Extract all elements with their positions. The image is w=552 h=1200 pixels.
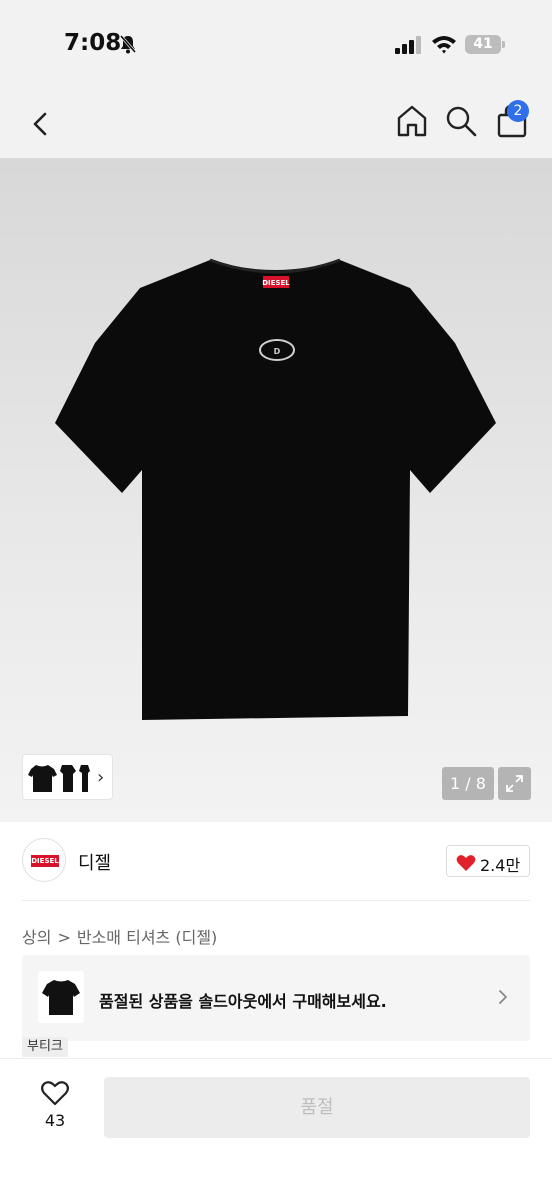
divider xyxy=(22,900,530,901)
search-icon[interactable] xyxy=(444,104,478,138)
home-icon[interactable] xyxy=(394,102,430,140)
product-tshirt-image: DIESEL D xyxy=(55,258,496,720)
signal-icon xyxy=(395,36,421,54)
expand-button[interactable] xyxy=(498,767,531,800)
heart-outline-icon[interactable] xyxy=(40,1079,70,1107)
brand-like-button[interactable]: 2.4만 xyxy=(446,845,530,877)
bottom-action-bar: 43 품절 xyxy=(0,1058,552,1200)
image-page-counter: 1 / 8 xyxy=(442,767,494,800)
soldout-banner-text: 품절된 상품을 솔드아웃에서 구매해보세요. xyxy=(99,992,387,1011)
product-image-gallery[interactable]: DIESEL D › 1 / 8 xyxy=(0,158,552,822)
soldout-buy-button[interactable]: 품절 xyxy=(104,1077,530,1138)
soldout-banner[interactable]: 품절된 상품을 솔드아웃에서 구매해보세요. xyxy=(22,955,530,1041)
thumbnail-shirts-icon xyxy=(28,765,90,792)
status-bar: 7:08 41 xyxy=(0,0,552,92)
wish-count: 43 xyxy=(44,1111,66,1130)
heart-filled-icon xyxy=(456,855,476,871)
back-icon[interactable] xyxy=(24,106,60,142)
brand-logo[interactable]: DIESEL xyxy=(22,838,66,882)
thumbnail-chevron-icon: › xyxy=(97,767,105,788)
expand-icon xyxy=(506,775,523,792)
boutique-tag: 부티크 xyxy=(22,1037,68,1057)
shirt-label-text: DIESEL xyxy=(262,279,290,287)
svg-text:D: D xyxy=(274,347,281,356)
status-time: 7:08 xyxy=(64,30,122,56)
cart-count-badge: 2 xyxy=(507,100,529,122)
battery-tip xyxy=(502,41,505,48)
bell-slash-icon xyxy=(119,35,137,54)
breadcrumb-separator: > xyxy=(57,928,71,947)
breadcrumb-item-category[interactable]: 반소매 티셔츠 (디젤) xyxy=(77,928,217,947)
banner-tshirt-icon xyxy=(42,980,80,1015)
thumbnail-strip[interactable]: › xyxy=(22,754,113,800)
chevron-right-icon xyxy=(499,990,507,1004)
battery-icon: 41 xyxy=(465,35,501,54)
wifi-icon xyxy=(432,36,456,54)
banner-thumbnail xyxy=(38,971,84,1023)
brand-like-count: 2.4만 xyxy=(480,856,521,875)
breadcrumb-item-top[interactable]: 상의 xyxy=(22,928,51,947)
brand-name[interactable]: 디젤 xyxy=(78,849,111,875)
nav-bar xyxy=(0,92,552,158)
breadcrumb: 상의 > 반소매 티셔츠 (디젤) xyxy=(22,924,217,948)
brand-logo-text: DIESEL xyxy=(31,855,59,867)
